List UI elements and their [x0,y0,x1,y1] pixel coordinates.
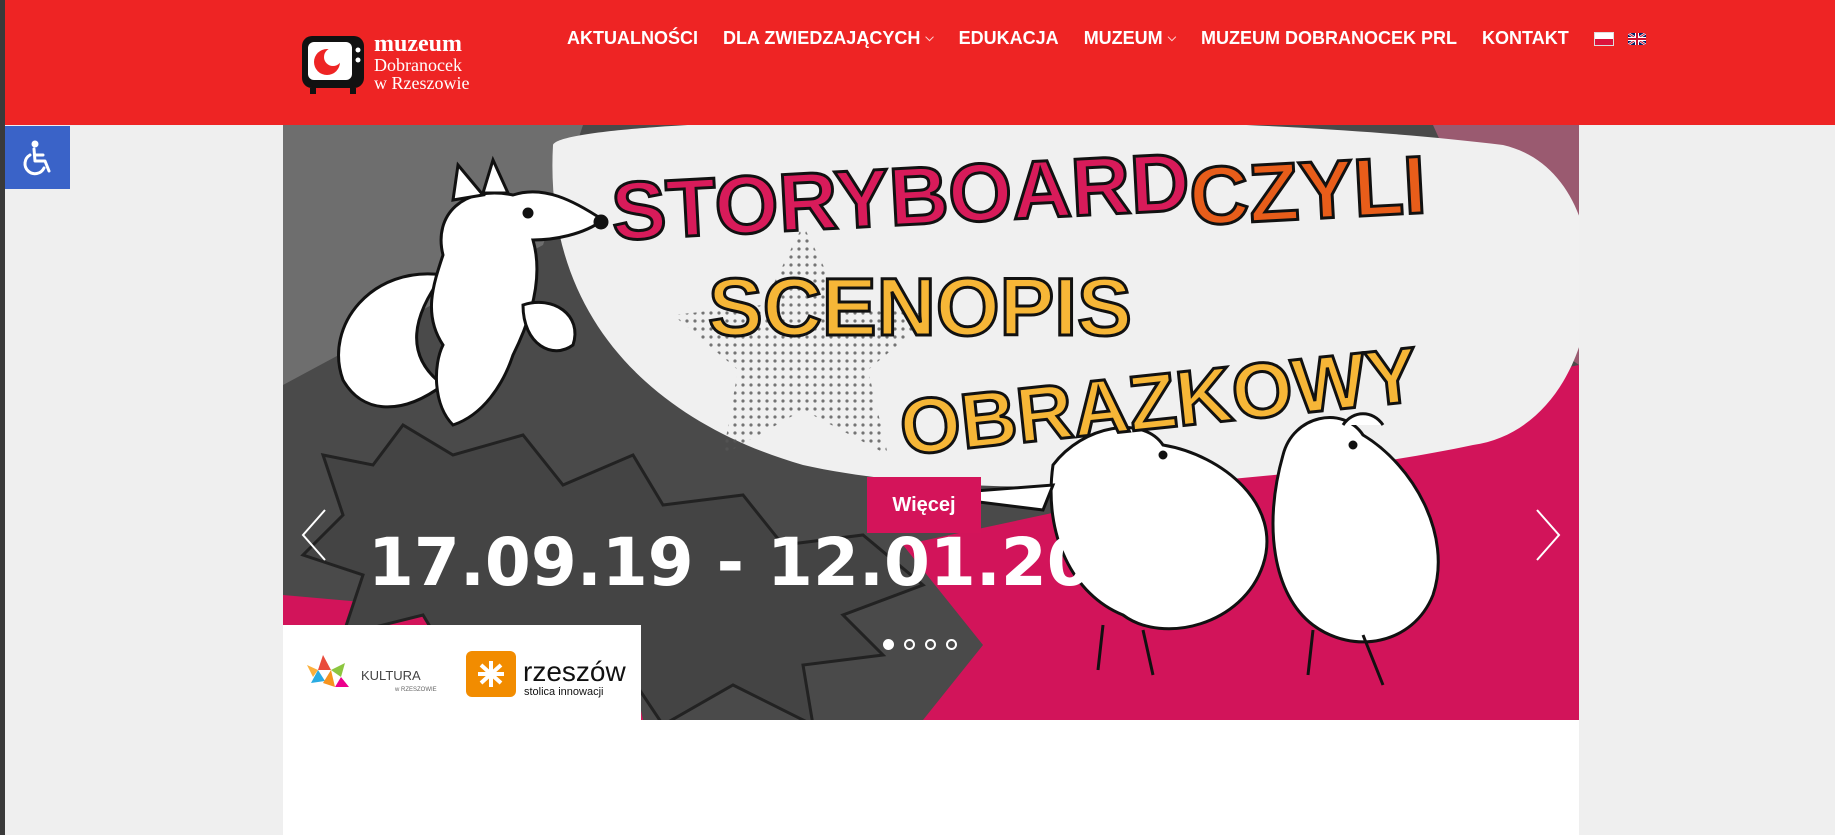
nav-edukacja[interactable]: EDUKACJA [959,28,1059,49]
kultura-logo-icon [307,655,349,687]
slider-dot-1[interactable] [883,639,894,650]
sponsor-rzeszow: rzeszów [523,656,626,687]
sponsor-logos-art: KULTURA w RZESZOWIE rzeszów stolica inno… [307,651,626,698]
wheelchair-icon [23,140,50,175]
slider-dots [883,639,967,650]
logo-line-1: muzeum [374,31,462,57]
sponsor-logos: KULTURA w RZESZOWIE rzeszów stolica inno… [283,625,641,720]
hero-slider: STORYBOARD CZYLI SCENOPIS OBRAZKOWY 17.0… [283,125,1579,720]
nav-dla-zwiedzajacych[interactable]: DLA ZWIEDZAJĄCYCH ⌵ [723,28,934,49]
nav-aktualnosci[interactable]: AKTUALNOŚCI [567,28,698,49]
slider-dot-3[interactable] [925,639,936,650]
more-button[interactable]: Więcej [867,477,981,533]
en-flag-icon[interactable] [1627,32,1646,45]
nav-muzeum-dobranocek-prl[interactable]: MUZEUM DOBRANOCEK PRL [1201,28,1457,49]
nav-kontakt[interactable]: KONTAKT [1482,28,1569,49]
slide-dates: 17.09.19 - 12.01.20 [368,524,1093,601]
pl-flag-icon[interactable] [1593,31,1614,46]
tv-logo-icon [302,36,364,94]
sponsor-rzeszow-sub: stolica innowacji [524,686,603,698]
slide-title-2: SCENOPIS [708,262,1132,353]
sponsor-kultura-sub: w RZESZOWIE [394,687,437,693]
sponsor-kultura: KULTURA [361,668,421,683]
slider-next-arrow-icon[interactable] [1527,505,1567,565]
accessibility-button[interactable] [5,126,70,189]
slider-dot-2[interactable] [904,639,915,650]
site-logo[interactable]: muzeum Dobranocek w Rzeszowie [300,26,480,98]
main-nav: AKTUALNOŚCI DLA ZWIEDZAJĄCYCH ⌵ EDUKACJA … [567,28,1660,49]
chevron-down-icon: ⌵ [1167,32,1177,44]
chevron-down-icon: ⌵ [925,32,934,44]
slide-title-1b: CZYLI [1187,140,1428,243]
slider-dot-4[interactable] [946,639,957,650]
site-header: muzeum Dobranocek w Rzeszowie AKTUALNOŚC… [5,0,1835,125]
nav-muzeum[interactable]: MUZEUM ⌵ [1084,28,1176,49]
logo-line-2: Dobranocek [374,55,462,75]
rzeszow-logo-mark [478,661,504,687]
slider-prev-arrow-icon[interactable] [295,505,335,565]
logo-line-3: w Rzeszowie [374,73,470,93]
